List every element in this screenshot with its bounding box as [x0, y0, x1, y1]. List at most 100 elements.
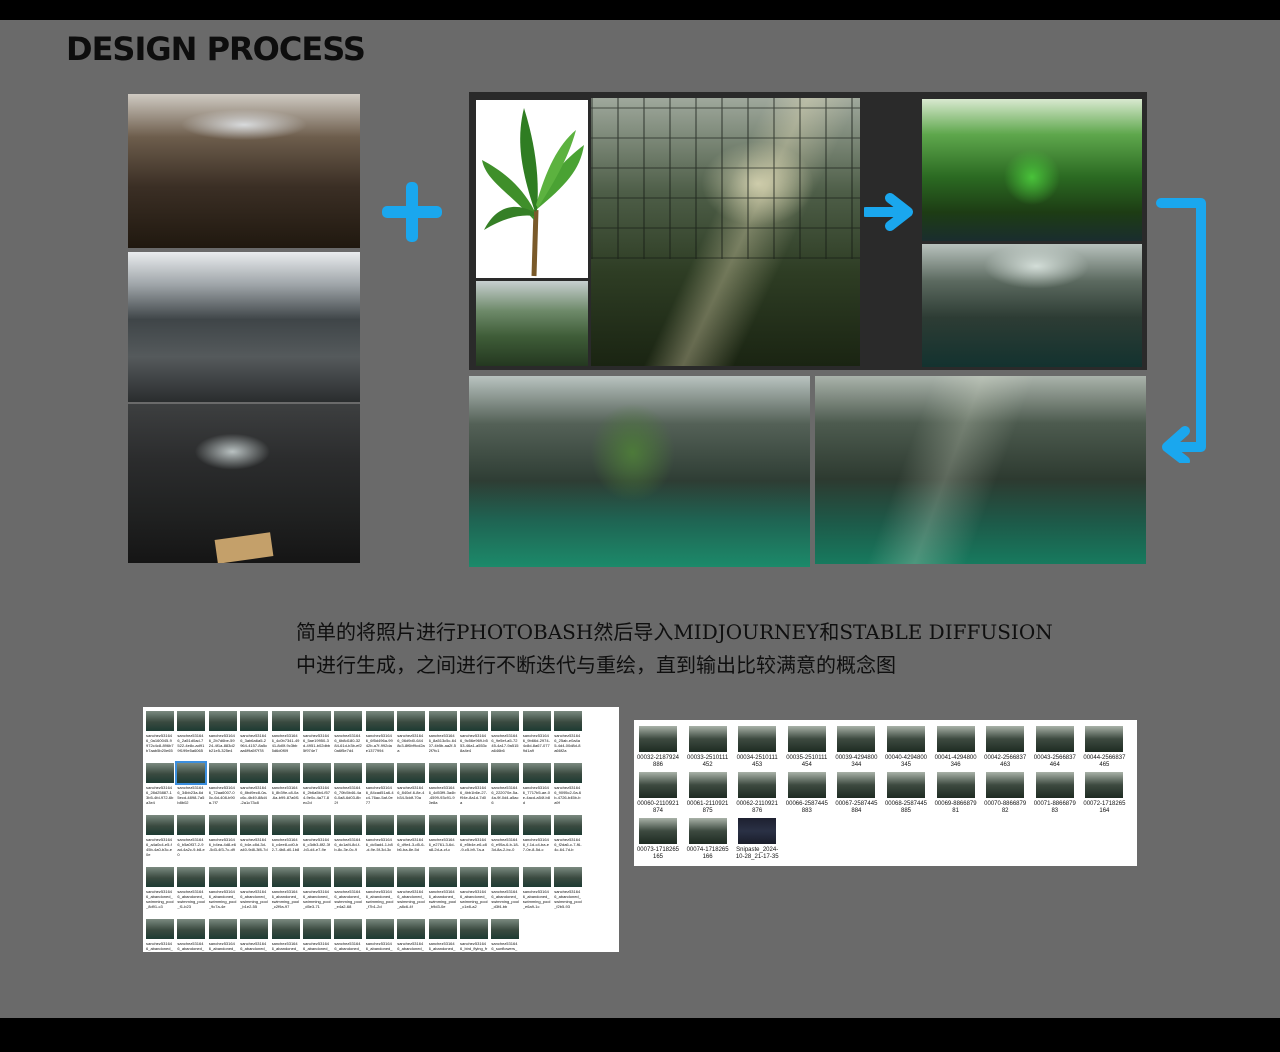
file-item[interactable]: sanchez531646_abandoned_swimming_pool_b9… — [428, 867, 457, 909]
file-item[interactable]: sanchez531646_b4ea-4d8-e6-5d3-4f3-7c-d9 — [208, 815, 237, 857]
file-item[interactable]: sanchez531646_84cad51a6-4c4-76ac-5af-0e7… — [365, 763, 394, 805]
file-item[interactable]: sanchez531646_9c56e969-b553-46a1-a553c8a… — [460, 711, 488, 753]
file-thumbnail — [177, 867, 206, 887]
file-item[interactable]: sanchez531646_8b39e-c8-0a-6a-b99-87a6f1 — [271, 763, 300, 805]
file-item[interactable]: sanchez531646_8a513c5c-64 07-4b5b-aa2f-5… — [428, 711, 457, 753]
file-item[interactable]: sanchez531646_abandoned_swimming_pool_c2… — [271, 867, 300, 909]
file-item[interactable]: 00042-2566837463 — [983, 726, 1027, 769]
file-item[interactable]: sanchez531646_bird_flying_from_above_a8-… — [460, 919, 488, 952]
file-item[interactable]: sanchez531646_06d9d0-6448c3-8f6bf9cd2aa — [397, 711, 426, 753]
file-item[interactable]: sanchez531646_d9e4-3-d5-6-b6-ba-8e-5d — [397, 815, 426, 857]
file-item[interactable]: sanchez531646_c3db3-8f2-3f-b3-d4-e7-9e — [303, 815, 331, 857]
file-item[interactable]: sanchez531646_a4a0c4-e5-f45b-4a0-b3c-e0e — [146, 815, 174, 857]
source-photo-hall-upper — [128, 94, 360, 248]
file-name: sanchez531646_sunflowers_birds_and_cat_a… — [491, 941, 518, 952]
file-name: 00068-2587445885 — [884, 801, 928, 814]
file-item[interactable]: 00040-4294800345 — [884, 726, 928, 769]
file-item[interactable]: sanchez531646_abandoned_swimming_pool_6a… — [334, 919, 363, 952]
bracket-arrow-icon — [1156, 198, 1206, 463]
file-item[interactable]: 00074-1718265166 — [686, 818, 730, 861]
file-item[interactable]: sanchez531646_2b6a5b4-f574-9e0c-4a77-8ec… — [303, 763, 331, 805]
file-item[interactable]: sanchez531646_sunflowers_birds_and_cat_a… — [491, 919, 520, 952]
file-item[interactable]: 00034-2510111453 — [735, 726, 779, 769]
file-item[interactable]: sanchez531646_abandoned_swimming_pool_e4… — [334, 867, 363, 909]
file-item[interactable]: sanchez531646_70fc5b46-4a6-0a8-6d03-8b2f — [334, 763, 363, 805]
file-item[interactable]: sanchez531646_abandoned_swimming_pool_f2… — [554, 867, 583, 909]
file-thumbnail — [554, 867, 583, 887]
file-item[interactable]: sanchez531646_28d25887-13b5-4fd-972-6ba3… — [146, 763, 174, 805]
file-item[interactable]: sanchez531646_abandoned_swimming_pool_7b… — [365, 919, 394, 952]
file-item[interactable]: 00035-2510111454 — [785, 726, 829, 769]
file-item[interactable]: 00039-4294800344 — [834, 726, 878, 769]
file-item[interactable]: 00071-886687983 — [1033, 772, 1077, 815]
file-name: sanchez531646_e2761-3-6d-a8-2d-a-cf-c — [428, 837, 455, 852]
file-item[interactable]: 00032-2187924886 — [636, 726, 680, 769]
file-item[interactable]: sanchez531646_abandoned_swimming_pool_c1… — [460, 867, 488, 909]
file-item[interactable]: sanchez531646_2b7d6be-5924-4f1a-883d2b21… — [208, 711, 237, 753]
file-item[interactable]: sanchez531646_5ae19950-3d-4951-b02dbb5f9… — [303, 711, 331, 753]
file-item[interactable]: sanchez531646_dc5ad4-1-b8-d-9e-5f-3d-3c — [365, 815, 394, 857]
file-item[interactable]: sanchez531646_abandoned_swimming_pool_f1… — [177, 867, 206, 909]
file-item[interactable]: sanchez531646_0a160045-9972c4c8-896b7b7a… — [146, 711, 174, 753]
file-item[interactable]: sanchez531646_abandoned_swimming_pool_9d… — [428, 919, 457, 952]
file-name: sanchez531646_e5b4e-e6-c8-9-c5-b9-7a-a — [460, 837, 487, 852]
file-item[interactable]: sanchez531646_abandoned_swimming_pool_37… — [240, 919, 269, 952]
file-item[interactable]: sanchez531646_8bd9ec8-0a-c6c-4b49-88d4-2… — [240, 763, 269, 805]
file-item[interactable]: 00043-2566837464 — [1033, 726, 1077, 769]
file-item[interactable]: sanchez531646_3ab6a6a5-2964-4157-8a5caa6… — [240, 711, 269, 753]
file-item[interactable]: sanchez531646_34bb23a-6d5ecd-4898-7a5b8b… — [175, 761, 208, 805]
file-item[interactable]: 00067-2587445884 — [834, 772, 878, 815]
file-item[interactable]: sanchez531646_222070e-5a-4a-9f-0d4-a5ac6 — [491, 763, 520, 805]
file-item[interactable]: sanchez531646_dc1af4-8d-f-b-8c-3e-0c-9 — [334, 815, 363, 857]
file-item[interactable]: sanchez531646_2a51d0ad-7522-4e8c-ad919f1… — [177, 711, 206, 753]
file-item[interactable]: sanchez531646_f2da6-c-7-f6-4c-64-7d-b — [554, 815, 583, 857]
file-item[interactable]: sanchez531646_e5b4e-e6-c8-9-c5-b9-7a-a — [460, 815, 488, 857]
file-item[interactable]: 00061-2110921875 — [686, 772, 730, 815]
file-item[interactable]: sanchez531646_abandoned_swimming_pool_8d… — [146, 867, 174, 909]
file-item[interactable]: sanchez531646_abandoned_swimming_pool_9c… — [208, 867, 237, 909]
file-item[interactable]: sanchez531646_e2761-3-6d-a8-2d-a-cf-c — [428, 815, 457, 857]
file-item[interactable]: sanchez531646_4d53f9-3a4b-4599-93c91-90e… — [428, 763, 457, 805]
file-name: sanchez531646_abandoned_swimming_pool_7b… — [365, 941, 394, 952]
file-item[interactable]: sanchez531646_9e5ef-a5-7245-4a17-9a515a6… — [491, 711, 520, 753]
file-item[interactable]: sanchez531646_abandoned_swimming_pool_48… — [271, 919, 300, 952]
file-item[interactable]: sanchez531646_abandoned_swimming_pool_f7… — [365, 867, 394, 909]
file-item[interactable]: 00070-886687982 — [983, 772, 1027, 815]
file-item[interactable]: sanchez531646_f-1d-c4-ba-e7-0e-8-5d-c — [522, 815, 551, 857]
file-item[interactable]: 00060-2110921874 — [636, 772, 680, 815]
file-item[interactable]: 00068-2587445885 — [884, 772, 928, 815]
file-item[interactable]: 00073-1718265165 — [636, 818, 680, 861]
file-item[interactable]: sanchez531646_25ab-e0a4a5-4d4-00d8d-8a66… — [554, 711, 583, 753]
file-item[interactable]: sanchez531646_9b66d-2974-4c8d-8a67-0779d… — [522, 711, 551, 753]
file-item[interactable]: sanchez531646_abandoned_swimming_pool_15… — [177, 919, 206, 952]
file-item[interactable]: sanchez531646_9095c2-0a-6b-4726-b45b-ba9… — [554, 763, 583, 805]
file-item[interactable]: sanchez531646_6b8d180-3284-61d-b3b-ef20a… — [334, 711, 363, 753]
file-item[interactable]: sanchez531646_840cf-6-8e-4b34-5ddf-70a — [397, 763, 426, 805]
file-item[interactable]: 00044-2566837465 — [1082, 726, 1126, 769]
file-item[interactable]: sanchez531646_7717b5-ae-0e-4acd-a54f-b8d — [522, 763, 551, 805]
file-item[interactable]: 00066-2587445883 — [785, 772, 829, 815]
file-item[interactable]: Snipaste_2024-10-28_21-17-35 — [735, 818, 779, 861]
file-item[interactable]: sanchez531646_abandoned_swimming_pool_8c… — [397, 919, 426, 952]
file-item[interactable]: sanchez531646_abandoned_swimming_pool_26… — [208, 919, 237, 952]
file-item[interactable]: sanchez531646_4bb1b6e-27-f94e-8a1d-7d0a — [460, 763, 488, 805]
file-item[interactable]: sanchez531646_abandoned_swimming_pool_d5… — [303, 867, 331, 909]
file-item[interactable]: sanchez531646_e95a-6-b-18-3d-8a-2-bc-0 — [491, 815, 520, 857]
file-item[interactable]: sanchez531646_b4e-c8d-3d-a40-9d8-3f8-7d — [240, 815, 269, 857]
file-item[interactable]: 00033-2510111452 — [686, 726, 730, 769]
file-item[interactable]: sanchez531646_b5a0f37-2-9ad-4a2c-9-b8-e0 — [177, 815, 206, 857]
file-item[interactable]: 00072-1718265164 — [1082, 772, 1126, 815]
file-item[interactable]: sanchez531646_6f5d496a-9942b-a7f-992dae1… — [365, 711, 394, 753]
file-item[interactable]: sanchez531646_abandoned_swimming_pool_e6… — [522, 867, 551, 909]
file-item[interactable]: sanchez531646_c4ee8-cd0-b2-7-4b8-d0-1b8 — [271, 815, 300, 857]
file-item[interactable]: 00041-4294800346 — [934, 726, 978, 769]
file-item[interactable]: sanchez531646_abandoned_swimming_pool_a8… — [397, 867, 426, 909]
file-item[interactable]: sanchez531646_72aa6007-00c-6d-408-b90a-7… — [208, 763, 237, 805]
file-item[interactable]: 00069-886687981 — [934, 772, 978, 815]
file-item[interactable]: sanchez531646_abandoned_swimming_pool_b1… — [240, 867, 269, 909]
file-item[interactable]: sanchez531646_abandoned_swimming_pool_d3… — [491, 867, 520, 909]
file-item[interactable]: sanchez531646_abandoned_swimming_pool_04… — [146, 919, 174, 952]
file-item[interactable]: sanchez531646_abandoned_swimming_pool_59… — [303, 919, 331, 952]
file-item[interactable]: 00062-2110921876 — [735, 772, 779, 815]
file-item[interactable]: sanchez531646_4c0b7341-4941-8d0f-9c3bb5d… — [271, 711, 300, 753]
